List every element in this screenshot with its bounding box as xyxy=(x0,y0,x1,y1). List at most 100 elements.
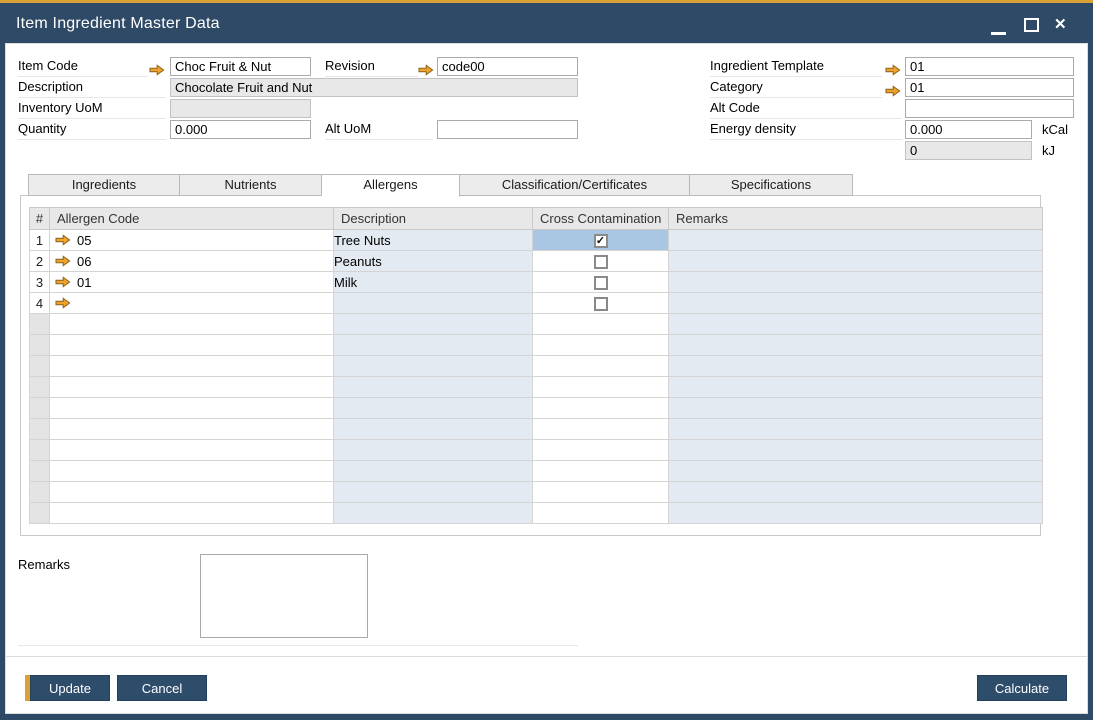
table-row: 2 06 Peanuts xyxy=(30,251,1043,272)
tab-ingredients[interactable]: Ingredients xyxy=(28,174,180,196)
cross-contamination-checkbox[interactable] xyxy=(594,297,608,311)
maximize-icon[interactable] xyxy=(1024,18,1039,32)
row-number-cell xyxy=(30,440,50,461)
remarks-cell[interactable] xyxy=(669,272,1043,293)
description-cell xyxy=(334,377,533,398)
tab-allergens[interactable]: Allergens xyxy=(322,174,460,197)
empty-table-row xyxy=(30,503,1043,524)
row-number-cell xyxy=(30,461,50,482)
cross-contamination-checkbox[interactable] xyxy=(594,255,608,269)
link-arrow-icon[interactable] xyxy=(55,234,71,246)
column-header-remarks[interactable]: Remarks xyxy=(669,208,1043,230)
link-arrow-icon[interactable] xyxy=(149,64,165,76)
empty-table-row xyxy=(30,398,1043,419)
minimize-icon[interactable] xyxy=(991,32,1006,35)
ingredient-template-input[interactable] xyxy=(905,57,1074,76)
inventory-uom-label: Inventory UoM xyxy=(18,100,166,119)
category-arrow-slot xyxy=(885,82,901,100)
cross-contamination-cell[interactable]: ✓ xyxy=(533,230,669,251)
window-frame-right xyxy=(1088,43,1093,720)
column-header-cross-contamination[interactable]: Cross Contamination xyxy=(533,208,669,230)
remarks-textarea[interactable] xyxy=(200,554,368,638)
revision-label: Revision xyxy=(325,58,418,77)
allergen-code-cell xyxy=(50,482,334,503)
link-arrow-icon[interactable] xyxy=(55,276,71,288)
allergen-code-value: 06 xyxy=(77,254,91,269)
tab-specifications[interactable]: Specifications xyxy=(690,174,853,196)
row-number-cell[interactable]: 1 xyxy=(30,230,50,251)
cross-contamination-cell xyxy=(533,419,669,440)
remarks-cell[interactable] xyxy=(669,251,1043,272)
revision-arrow-slot xyxy=(418,61,434,79)
allergen-code-cell xyxy=(50,335,334,356)
tab-classification-certificates[interactable]: Classification/Certificates xyxy=(460,174,690,196)
description-cell: Peanuts xyxy=(334,251,533,272)
item-ingredient-master-data-window: Item Ingredient Master Data ✕ Item Code … xyxy=(0,0,1093,720)
allergen-code-value: 01 xyxy=(77,275,91,290)
tab-nutrients[interactable]: Nutrients xyxy=(180,174,322,196)
link-arrow-icon[interactable] xyxy=(885,85,901,97)
column-header-row-number[interactable]: # xyxy=(30,208,50,230)
column-header-allergen-code[interactable]: Allergen Code xyxy=(50,208,334,230)
cross-contamination-cell xyxy=(533,377,669,398)
description-cell: Tree Nuts xyxy=(334,230,533,251)
row-number-cell[interactable]: 4 xyxy=(30,293,50,314)
link-arrow-icon[interactable] xyxy=(885,64,901,76)
item-code-arrow-slot xyxy=(149,61,165,79)
allergen-code-value: 05 xyxy=(77,233,91,248)
allergen-code-cell xyxy=(50,377,334,398)
description-cell xyxy=(334,440,533,461)
cross-contamination-cell xyxy=(533,482,669,503)
row-number-cell xyxy=(30,314,50,335)
cross-contamination-cell xyxy=(533,503,669,524)
column-header-description[interactable]: Description xyxy=(334,208,533,230)
row-number-cell xyxy=(30,335,50,356)
remarks-divider xyxy=(18,645,578,646)
cross-contamination-cell[interactable] xyxy=(533,293,669,314)
alt-uom-input[interactable] xyxy=(437,120,578,139)
link-arrow-icon[interactable] xyxy=(55,255,71,267)
update-button-group: Update xyxy=(25,675,110,701)
allergen-code-cell[interactable]: 01 xyxy=(50,272,334,293)
allergen-code-cell xyxy=(50,356,334,377)
quantity-label: Quantity xyxy=(18,121,166,140)
update-button[interactable]: Update xyxy=(30,675,110,701)
close-icon[interactable]: ✕ xyxy=(1054,15,1067,33)
cross-contamination-cell xyxy=(533,398,669,419)
calculate-button[interactable]: Calculate xyxy=(977,675,1067,701)
cross-contamination-checkbox[interactable] xyxy=(594,276,608,290)
remarks-label: Remarks xyxy=(18,557,70,572)
cross-contamination-cell[interactable] xyxy=(533,272,669,293)
remarks-cell[interactable] xyxy=(669,293,1043,314)
row-number-cell[interactable]: 3 xyxy=(30,272,50,293)
description-cell xyxy=(334,482,533,503)
allergen-code-content: 06 xyxy=(50,254,333,269)
allergen-code-cell[interactable] xyxy=(50,293,334,314)
description-cell xyxy=(334,419,533,440)
item-code-input[interactable] xyxy=(170,57,311,76)
energy-density-input[interactable] xyxy=(905,120,1032,139)
empty-table-row xyxy=(30,377,1043,398)
revision-input[interactable] xyxy=(437,57,578,76)
empty-table-row xyxy=(30,335,1043,356)
cross-contamination-checkbox[interactable]: ✓ xyxy=(594,234,608,248)
alt-code-input[interactable] xyxy=(905,99,1074,118)
allergen-code-cell xyxy=(50,314,334,335)
empty-table-row xyxy=(30,440,1043,461)
category-input[interactable] xyxy=(905,78,1074,97)
cancel-button[interactable]: Cancel xyxy=(117,675,207,701)
empty-table-row xyxy=(30,314,1043,335)
description-cell xyxy=(334,335,533,356)
row-number-cell[interactable]: 2 xyxy=(30,251,50,272)
link-arrow-icon[interactable] xyxy=(55,297,71,309)
allergen-code-cell[interactable]: 06 xyxy=(50,251,334,272)
empty-table-row xyxy=(30,482,1043,503)
row-number-cell xyxy=(30,398,50,419)
cross-contamination-cell[interactable] xyxy=(533,251,669,272)
empty-table-row xyxy=(30,419,1043,440)
quantity-input[interactable] xyxy=(170,120,311,139)
remarks-cell[interactable] xyxy=(669,230,1043,251)
remarks-cell xyxy=(669,314,1043,335)
link-arrow-icon[interactable] xyxy=(418,64,434,76)
allergen-code-cell[interactable]: 05 xyxy=(50,230,334,251)
